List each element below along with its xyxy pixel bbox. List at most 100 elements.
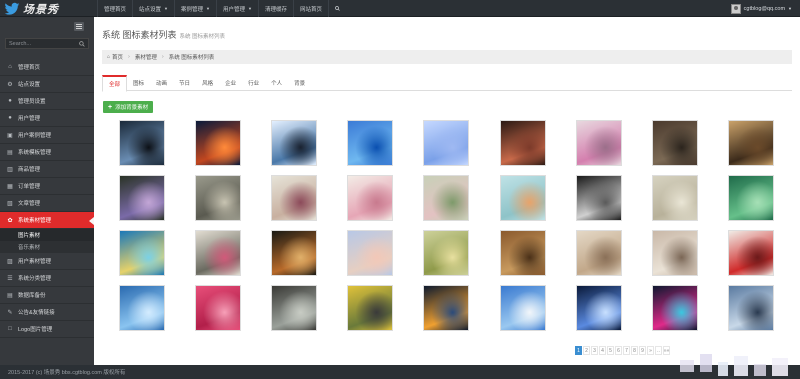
material-thumbnail[interactable] <box>576 120 622 166</box>
sidebar-item[interactable]: ● 用户管理 <box>0 110 94 127</box>
user-email: cgtblog@qq.com <box>743 5 786 12</box>
material-thumbnail[interactable] <box>652 285 698 331</box>
page-button[interactable]: 9 <box>639 346 646 355</box>
brand-logo[interactable]: 场景秀 <box>4 0 92 17</box>
material-thumbnail[interactable] <box>423 175 469 221</box>
material-thumbnail[interactable] <box>500 120 546 166</box>
material-thumbnail[interactable] <box>195 175 241 221</box>
sidebar-item[interactable]: ▥ 商品管理 <box>0 161 94 178</box>
sidebar-item[interactable]: ● 管理员设置 <box>0 93 94 110</box>
sidebar-subitem[interactable]: 音乐素材 <box>0 241 94 253</box>
sidebar-item[interactable]: ▦ 订单管理 <box>0 178 94 195</box>
page-button[interactable]: 7 <box>623 346 630 355</box>
box-icon: ▥ <box>7 166 13 173</box>
category-tab[interactable]: 企业 <box>219 75 242 91</box>
category-tab[interactable]: 个人 <box>265 75 288 91</box>
category-tab[interactable]: 动画 <box>150 75 173 91</box>
material-thumbnail[interactable] <box>500 230 546 276</box>
category-tab[interactable]: 背景 <box>288 75 311 91</box>
search-icon[interactable] <box>79 40 85 47</box>
sidebar: ⌂ 管理首页 ⚙ 站点设置 ● 管理员设置 ● 用户管理 ▣ 用户案例管理 ▤ 系统模板管理 ▥ 商品管理… <box>0 17 94 365</box>
sidebar-subitem[interactable]: 图片素材 <box>0 229 94 241</box>
sidebar-item[interactable]: ▤ 数据库备份 <box>0 287 94 304</box>
material-thumbnail[interactable] <box>195 230 241 276</box>
sidebar-item-label: 管理首页 <box>18 65 41 71</box>
material-thumbnail[interactable] <box>652 120 698 166</box>
sidebar-item[interactable]: ⌂ 管理首页 <box>0 59 94 76</box>
material-thumbnail[interactable] <box>195 120 241 166</box>
topnav-item[interactable]: 管理首页 <box>97 0 132 17</box>
page-button[interactable]: 2 <box>583 346 590 355</box>
sidebar-item[interactable]: ▣ 用户案例管理 <box>0 127 94 144</box>
topnav-item[interactable]: 案例管理 ▼ <box>174 0 216 17</box>
sidebar-item-label: 用户管理 <box>18 116 41 122</box>
breadcrumb-item[interactable]: 首页 <box>112 53 123 61</box>
topnav-item[interactable]: 清理缓存 <box>257 0 293 17</box>
material-thumbnail[interactable] <box>347 120 393 166</box>
page-button[interactable]: 1 <box>575 346 582 355</box>
sidebar-item[interactable]: ☰ 系统分类管理 <box>0 270 94 287</box>
sidebar-item[interactable]: ▤ 系统模板管理 <box>0 144 94 161</box>
sidebar-item[interactable]: ✿ 系统素材管理 <box>0 212 94 229</box>
category-tab[interactable]: 节日 <box>173 75 196 91</box>
search-input[interactable] <box>9 40 79 47</box>
material-thumbnail[interactable] <box>728 230 774 276</box>
sidebar-toggle-button[interactable] <box>74 22 84 31</box>
category-tab[interactable]: 风格 <box>196 75 219 91</box>
material-thumbnail[interactable] <box>271 120 317 166</box>
sidebar-item[interactable]: ✎ 公告&友情链接 <box>0 304 94 321</box>
top-menu: 管理首页 站点设置 ▼ 案例管理 ▼ 用户管理 ▼ 清理缓存 网站首页 <box>97 0 346 17</box>
material-thumbnail[interactable] <box>347 230 393 276</box>
material-thumbnail[interactable] <box>195 285 241 331</box>
breadcrumb-item[interactable]: 素材管理 <box>135 53 157 61</box>
topnav-item[interactable]: 网站首页 <box>292 0 328 17</box>
top-search-button[interactable] <box>328 0 346 17</box>
user-menu[interactable]: cgtblog@qq.com ▼ <box>730 0 792 17</box>
material-thumbnail[interactable] <box>423 230 469 276</box>
article-icon: ▧ <box>7 200 13 207</box>
page-button[interactable]: » <box>647 346 654 355</box>
page-button[interactable]: 3 <box>591 346 598 355</box>
page-button[interactable]: »» <box>663 346 670 355</box>
category-tab[interactable]: 图标 <box>127 75 150 91</box>
breadcrumb-item: 系统 图标素材列表 <box>168 55 215 61</box>
material-thumbnail[interactable] <box>576 285 622 331</box>
material-thumbnail[interactable] <box>423 285 469 331</box>
sidebar-item[interactable]: ▧ 文章管理 <box>0 195 94 212</box>
material-thumbnail[interactable] <box>119 230 165 276</box>
sidebar-item[interactable]: □ Logo图片管理 <box>0 321 94 338</box>
add-material-button[interactable]: + 添加背景素材 <box>103 101 154 113</box>
sidebar-item[interactable]: ⚙ 站点设置 <box>0 76 94 93</box>
page-button[interactable]: 8 <box>631 346 638 355</box>
material-thumbnail[interactable] <box>728 175 774 221</box>
page-button[interactable]: 4 <box>599 346 606 355</box>
brand-name: 场景秀 <box>23 3 59 16</box>
topnav-item[interactable]: 用户管理 ▼ <box>215 0 258 17</box>
material-thumbnail[interactable] <box>652 230 698 276</box>
material-thumbnail[interactable] <box>576 230 622 276</box>
page-button[interactable]: 6 <box>615 346 622 355</box>
page-button[interactable]: .. <box>655 346 662 355</box>
material-thumbnail[interactable] <box>576 175 622 221</box>
material-thumbnail[interactable] <box>271 230 317 276</box>
material-thumbnail[interactable] <box>347 175 393 221</box>
category-tab[interactable]: 行业 <box>242 75 265 91</box>
material-thumbnail[interactable] <box>500 175 546 221</box>
material-thumbnail[interactable] <box>728 285 774 331</box>
material-thumbnail[interactable] <box>500 285 546 331</box>
material-thumbnail[interactable] <box>652 175 698 221</box>
material-thumbnail[interactable] <box>119 285 165 331</box>
material-thumbnail[interactable] <box>119 175 165 221</box>
material-thumbnail[interactable] <box>271 175 317 221</box>
category-tab[interactable]: 全部 <box>102 75 128 92</box>
user-icon: ● <box>8 115 12 121</box>
category-icon: ☰ <box>7 275 13 282</box>
material-thumbnail[interactable] <box>119 120 165 166</box>
material-thumbnail[interactable] <box>347 285 393 331</box>
material-thumbnail[interactable] <box>423 120 469 166</box>
sidebar-item[interactable]: ▨ 用户素材管理 <box>0 253 94 270</box>
page-button[interactable]: 5 <box>607 346 614 355</box>
material-thumbnail[interactable] <box>271 285 317 331</box>
material-thumbnail[interactable] <box>728 120 774 166</box>
topnav-item[interactable]: 站点设置 ▼ <box>132 0 174 17</box>
